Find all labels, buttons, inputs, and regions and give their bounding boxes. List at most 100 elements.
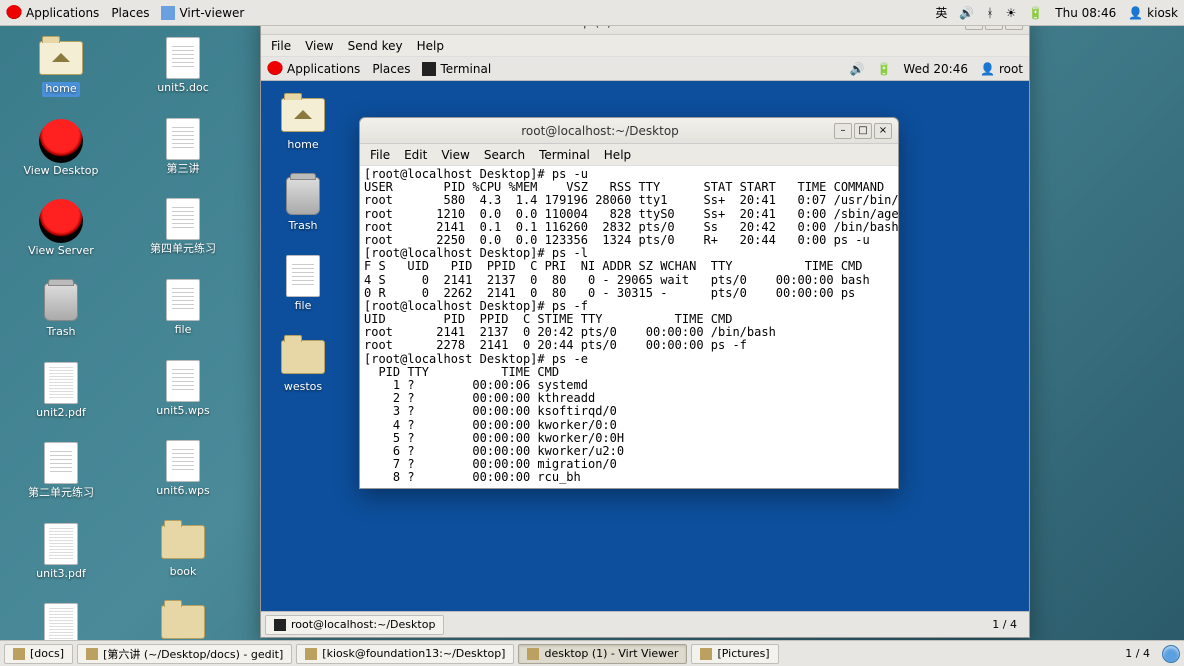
desktop-icon-label: 第三讲 — [167, 163, 200, 176]
maximize-button[interactable]: □ — [985, 26, 1003, 30]
guest-workspace-indicator[interactable]: 1 / 4 — [984, 618, 1025, 631]
user-menu[interactable]: 👤kiosk — [1128, 6, 1178, 20]
desktop-icon-unit6-wps[interactable]: unit6.wps — [142, 439, 224, 498]
guest-top-panel: Applications Places Terminal 🔊 🔋 Wed 20:… — [261, 57, 1029, 81]
host-bottom-panel: [docs] [第六讲 (~/Desktop/docs) - gedit] [kio… — [0, 640, 1184, 666]
virt-viewer-window[interactable]: desktop (1) - Virt Viewer – □ × File View… — [260, 26, 1030, 638]
guest-applications-label: Applications — [287, 62, 360, 76]
desktop-icon-unit2-pdf[interactable]: unit2.pdf — [20, 361, 102, 420]
terminal-maximize-button[interactable]: □ — [854, 123, 872, 139]
guest-volume-icon[interactable]: 🔊 — [850, 62, 865, 76]
desktop-icon-view-desktop[interactable]: View Desktop — [20, 119, 102, 178]
desktop-icon-label: unit5.wps — [156, 405, 210, 418]
desktop-icon-book[interactable]: book — [142, 520, 224, 579]
desktop-icon-file[interactable]: file — [279, 254, 327, 313]
desktop-icon-docs[interactable]: docs — [142, 600, 224, 640]
guest-task-terminal[interactable]: root@localhost:~/Desktop — [265, 615, 444, 635]
terminal-menu-edit[interactable]: Edit — [404, 148, 427, 162]
terminal-menu-search[interactable]: Search — [484, 148, 525, 162]
active-app-indicator[interactable]: Virt-viewer — [161, 6, 244, 20]
guest-battery-icon[interactable]: 🔋 — [876, 62, 891, 76]
task-label: [第六讲 (~/Desktop/docs) - gedit] — [103, 646, 283, 662]
desktop-icon-label: book — [170, 566, 197, 579]
host-top-panel: Applications Places Virt-viewer 英 🔊 ᚼ ☀ … — [0, 0, 1184, 26]
guest-task-label: root@localhost:~/Desktop — [291, 618, 435, 631]
desktop-icon-unit4-ex[interactable]: 第四单元练习 — [142, 197, 224, 256]
guest-places-menu[interactable]: Places — [372, 62, 410, 76]
virt-viewer-titlebar[interactable]: desktop (1) - Virt Viewer – □ × — [261, 26, 1029, 35]
window-icon — [86, 648, 98, 660]
show-desktop-button[interactable] — [1162, 645, 1180, 663]
menu-view[interactable]: View — [305, 39, 333, 53]
guest-clock[interactable]: Wed 20:46 — [903, 62, 968, 76]
terminal-output: [root@localhost Desktop]# ps -u USER PID… — [360, 166, 898, 487]
guest-active-app[interactable]: Terminal — [422, 62, 491, 76]
terminal-menu-terminal[interactable]: Terminal — [539, 148, 590, 162]
desktop-icon-label: Trash — [288, 220, 317, 233]
bluetooth-icon[interactable]: ᚼ — [986, 6, 993, 20]
desktop-icon-file[interactable]: file — [142, 278, 224, 337]
host-desktop[interactable]: home View Desktop View Server Trash unit2.pd… — [0, 26, 1184, 640]
desktop-icon-trash[interactable]: Trash — [20, 280, 102, 339]
desktop-icon-label: home — [287, 139, 318, 152]
menu-help[interactable]: Help — [417, 39, 444, 53]
task-docs[interactable]: [docs] — [4, 644, 73, 664]
terminal-titlebar[interactable]: root@localhost:~/Desktop – □ × — [360, 118, 898, 144]
task-label: [docs] — [30, 647, 64, 660]
desktop-icon-home[interactable]: home — [20, 36, 102, 97]
desktop-icon-view-server[interactable]: View Server — [20, 199, 102, 258]
terminal-menubar: File Edit View Search Terminal Help — [360, 144, 898, 166]
task-gedit[interactable]: [第六讲 (~/Desktop/docs) - gedit] — [77, 644, 292, 664]
desktop-icon-unit3-pdf[interactable]: unit3.pdf — [20, 522, 102, 581]
guest-active-app-label: Terminal — [440, 62, 491, 76]
brightness-icon[interactable]: ☀ — [1006, 6, 1017, 20]
desktop-icon-label: unit6.wps — [156, 485, 210, 498]
applications-menu[interactable]: Applications — [6, 5, 99, 21]
task-label: desktop (1) - Virt Viewer — [544, 647, 678, 660]
redhat-icon — [6, 5, 22, 21]
menu-file[interactable]: File — [271, 39, 291, 53]
guest-desktop[interactable]: Applications Places Terminal 🔊 🔋 Wed 20:… — [261, 57, 1029, 637]
desktop-icon-label: View Desktop — [24, 165, 99, 178]
task-virt[interactable]: desktop (1) - Virt Viewer — [518, 644, 687, 664]
desktop-icon-unit5-wps[interactable]: unit5.wps — [142, 359, 224, 418]
host-workspace-indicator[interactable]: 1 / 4 — [1117, 647, 1158, 660]
terminal-window[interactable]: root@localhost:~/Desktop – □ × File Edit V… — [359, 117, 899, 489]
terminal-menu-help[interactable]: Help — [604, 148, 631, 162]
desktop-icon-trash[interactable]: Trash — [279, 174, 327, 233]
minimize-button[interactable]: – — [965, 26, 983, 30]
active-app-label: Virt-viewer — [179, 6, 244, 20]
virt-viewer-icon — [161, 6, 175, 20]
terminal-body[interactable]: [root@localhost Desktop]# ps -u USER PID… — [360, 166, 898, 488]
window-icon — [700, 648, 712, 660]
guest-user-menu[interactable]: 👤root — [980, 62, 1023, 76]
desktop-icon-home[interactable]: home — [279, 93, 327, 152]
task-files[interactable]: [kiosk@foundation13:~/Desktop] — [296, 644, 514, 664]
desktop-icon-label: 第四单元练习 — [150, 243, 216, 256]
guest-applications-menu[interactable]: Applications — [267, 61, 360, 77]
desktop-icon-lecture3[interactable]: 第三讲 — [142, 117, 224, 176]
desktop-icon-label: file — [175, 324, 192, 337]
redhat-icon — [267, 61, 283, 77]
menu-send-key[interactable]: Send key — [348, 39, 403, 53]
volume-icon[interactable]: 🔊 — [959, 6, 974, 20]
desktop-icon-folder-second[interactable]: 第二单元练习 — [20, 441, 102, 500]
desktop-icon-unit4-pdf[interactable]: unit4.pdf — [20, 602, 102, 640]
virt-viewer-menubar: File View Send key Help — [261, 35, 1029, 57]
terminal-menu-file[interactable]: File — [370, 148, 390, 162]
close-button[interactable]: × — [1005, 26, 1023, 30]
places-menu[interactable]: Places — [111, 6, 149, 20]
battery-icon[interactable]: 🔋 — [1028, 6, 1043, 20]
desktop-icon-westos[interactable]: westos — [279, 335, 327, 394]
desktop-icon-unit5-doc[interactable]: unit5.doc — [142, 36, 224, 95]
terminal-close-button[interactable]: × — [874, 123, 892, 139]
clock[interactable]: Thu 08:46 — [1055, 6, 1116, 20]
guest-user-label: root — [999, 62, 1023, 76]
ime-indicator[interactable]: 英 — [935, 4, 947, 21]
terminal-menu-view[interactable]: View — [441, 148, 469, 162]
terminal-minimize-button[interactable]: – — [834, 123, 852, 139]
desktop-icon-label: westos — [284, 381, 322, 394]
task-pictures[interactable]: [Pictures] — [691, 644, 778, 664]
window-title: desktop (1) - Virt Viewer — [267, 26, 965, 29]
terminal-icon — [422, 62, 436, 76]
